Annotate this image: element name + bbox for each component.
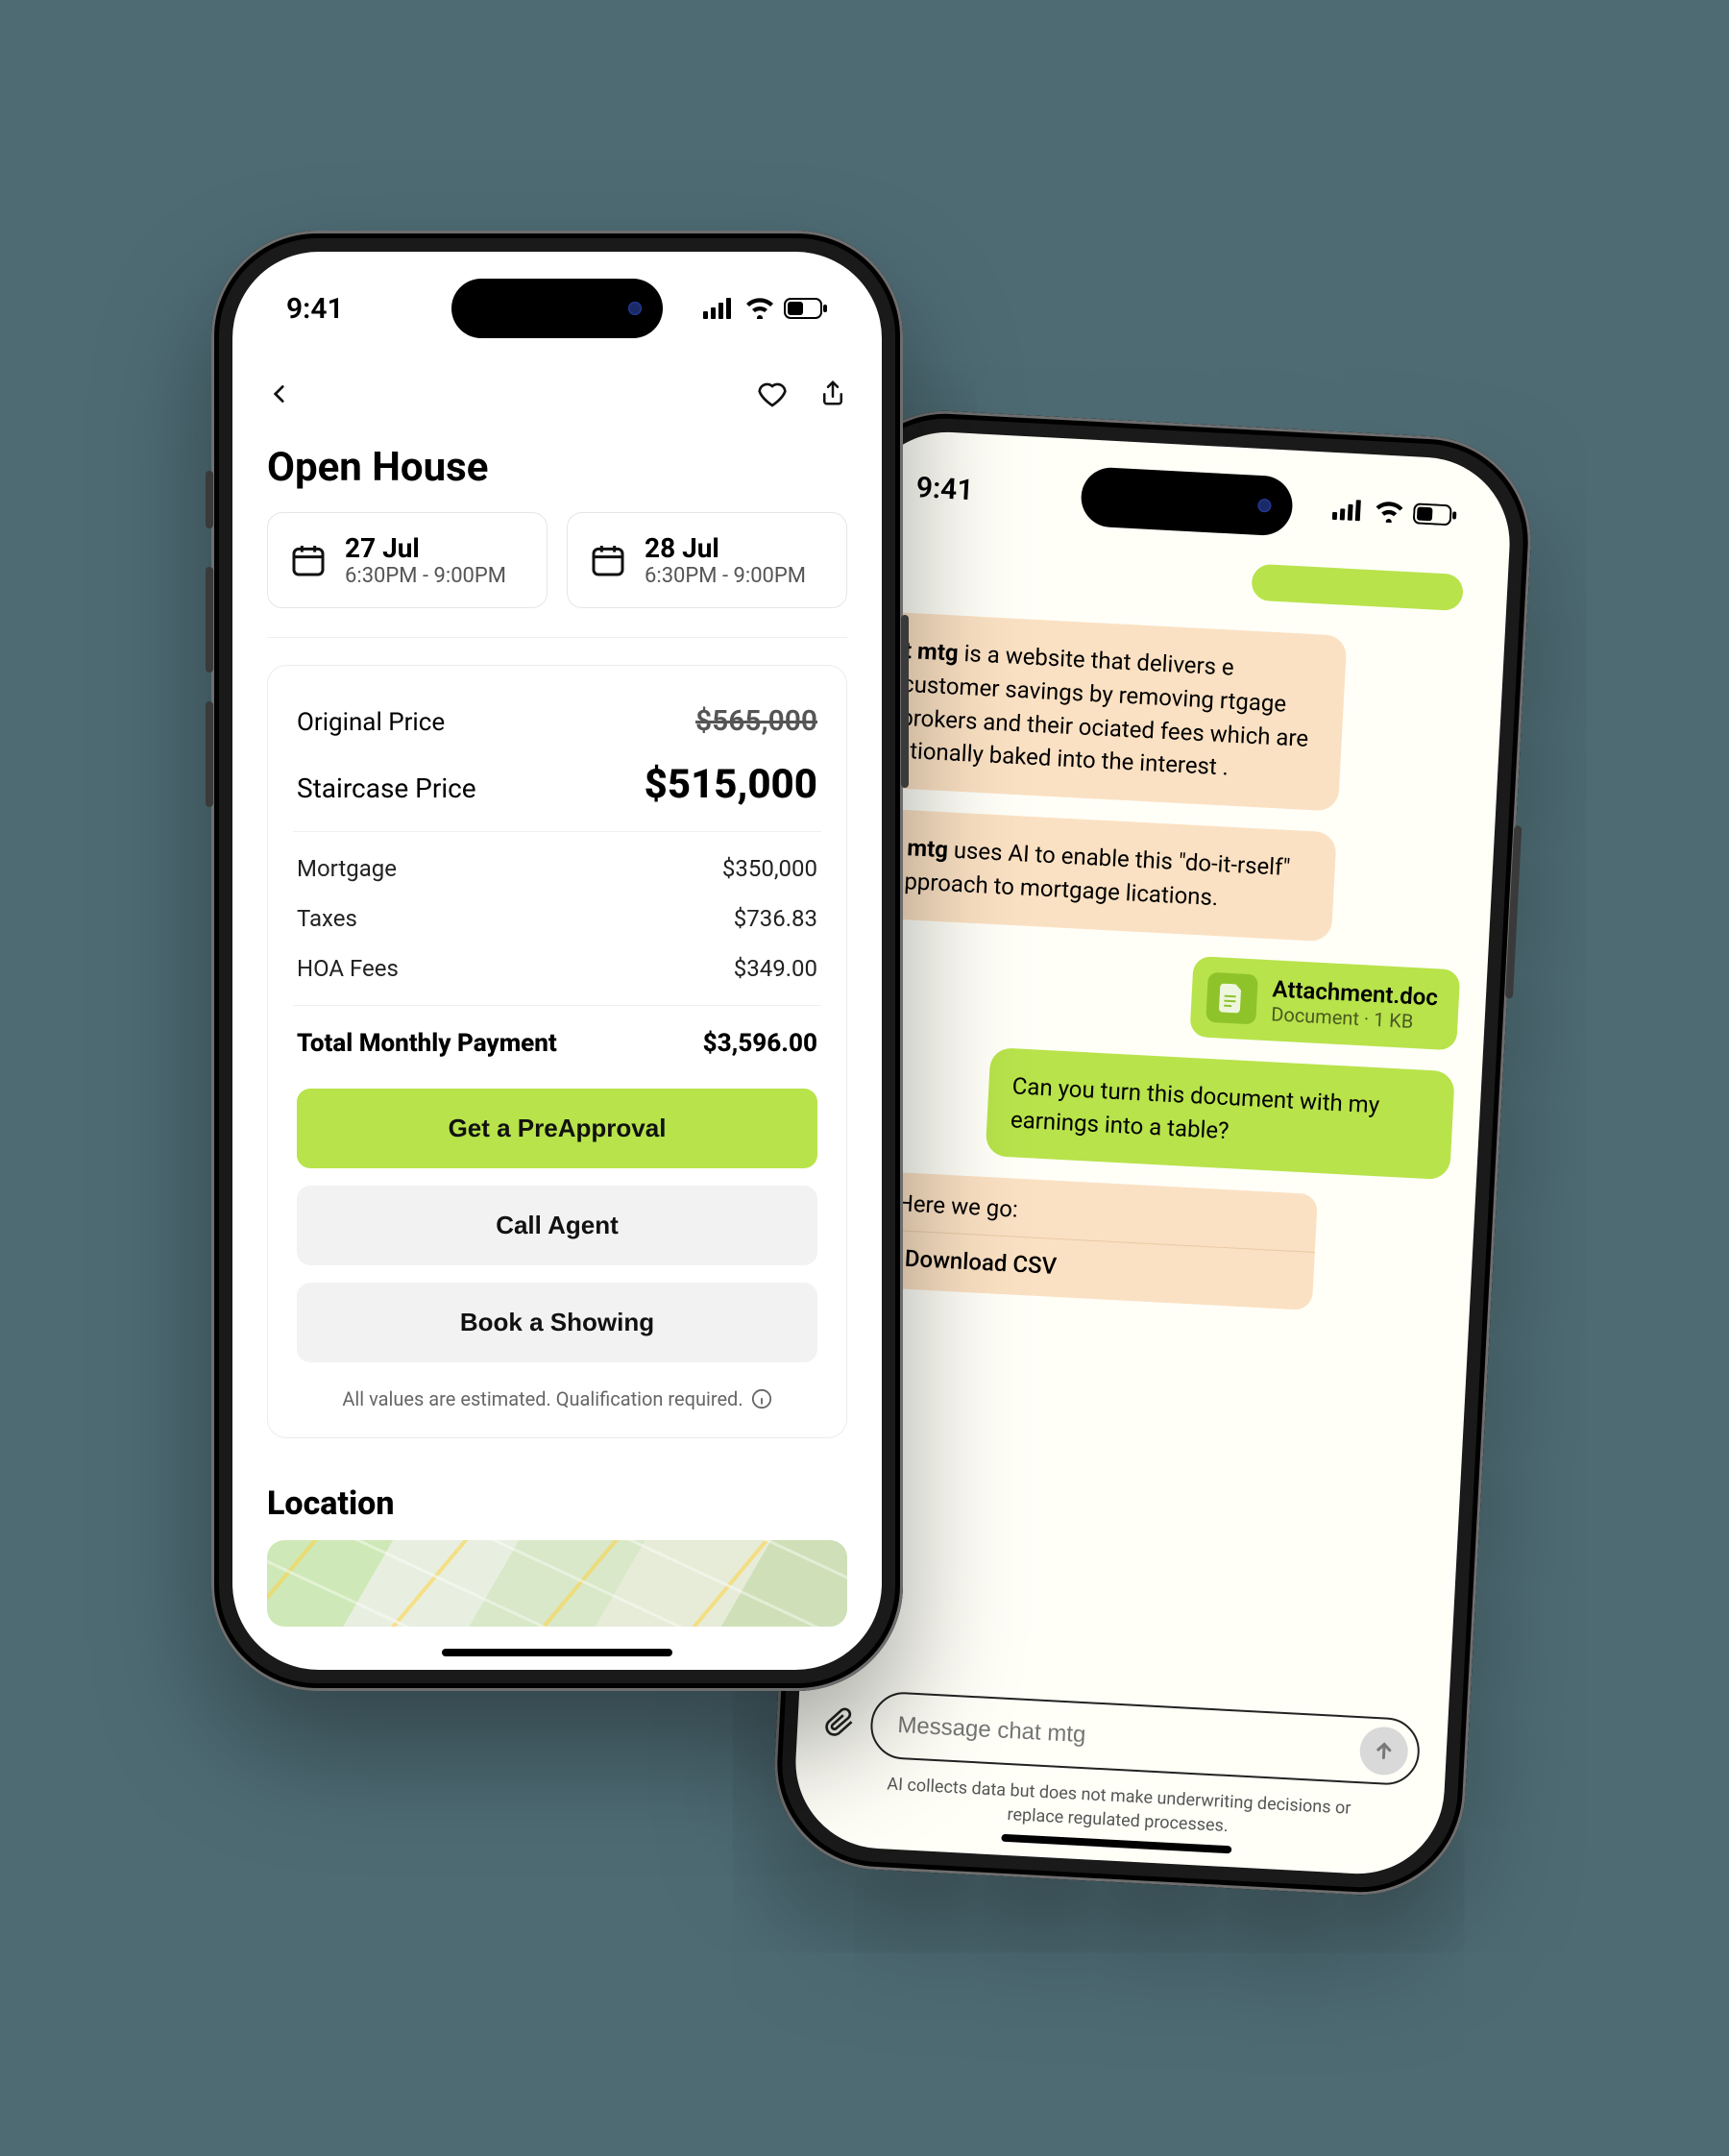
- calendar-icon: [289, 541, 328, 579]
- bot-message: t mtg is a website that delivers e custo…: [874, 612, 1348, 812]
- attach-icon[interactable]: [824, 1706, 857, 1739]
- cellular-icon: [703, 298, 736, 319]
- heart-icon: [757, 379, 788, 409]
- openhouse-time: 6:30PM - 9:00PM: [345, 564, 506, 588]
- taxes-label: Taxes: [297, 905, 357, 932]
- share-icon: [818, 379, 847, 407]
- phone-listing: 9:41 Open: [211, 231, 903, 1691]
- bot-message: t mtg uses AI to enable this "do-it-rsel…: [866, 808, 1336, 942]
- back-button[interactable]: [267, 381, 292, 410]
- battery-icon: [1413, 502, 1458, 526]
- disclaimer-text: All values are estimated. Qualification …: [342, 1387, 743, 1410]
- hoa-value: $349.00: [734, 955, 817, 982]
- total-value: $3,596.00: [703, 1029, 817, 1058]
- openhouse-card[interactable]: 27 Jul 6:30PM - 9:00PM: [267, 512, 548, 608]
- hoa-label: HOA Fees: [297, 955, 399, 982]
- dynamic-island: [451, 279, 663, 338]
- send-button[interactable]: [1358, 1726, 1409, 1776]
- staircase-price-label: Staircase Price: [297, 772, 476, 804]
- mortgage-label: Mortgage: [297, 855, 397, 882]
- cellular-icon: [1332, 499, 1366, 522]
- calendar-icon: [589, 541, 627, 579]
- message-field[interactable]: [897, 1712, 1361, 1763]
- openhouse-card[interactable]: 28 Jul 6:30PM - 9:00PM: [567, 512, 847, 608]
- battery-icon: [784, 298, 828, 319]
- arrow-up-icon: [1372, 1738, 1396, 1762]
- openhouse-date: 27 Jul: [345, 532, 506, 564]
- call-agent-button[interactable]: Call Agent: [297, 1186, 817, 1265]
- mortgage-value: $350,000: [722, 855, 817, 882]
- original-price-label: Original Price: [297, 708, 445, 737]
- wifi-icon: [1375, 501, 1404, 524]
- user-message: Can you turn this document with my earni…: [986, 1047, 1455, 1181]
- price-breakdown-card: Original Price $565,000 Staircase Price …: [267, 665, 847, 1438]
- total-label: Total Monthly Payment: [297, 1029, 557, 1058]
- chat-thread[interactable]: t mtg is a website that delivers e custo…: [827, 535, 1482, 1711]
- info-icon[interactable]: [751, 1388, 772, 1409]
- taxes-value: $736.83: [734, 905, 817, 932]
- book-showing-button[interactable]: Book a Showing: [297, 1283, 817, 1362]
- preapproval-button[interactable]: Get a PreApproval: [297, 1089, 817, 1168]
- home-indicator[interactable]: [442, 1649, 672, 1656]
- status-time: 9:41: [915, 471, 974, 507]
- original-price-value: $565,000: [695, 704, 817, 738]
- favorite-button[interactable]: [757, 379, 788, 413]
- staircase-price-value: $515,000: [645, 761, 817, 808]
- document-icon: [1205, 972, 1258, 1025]
- share-button[interactable]: [818, 379, 847, 413]
- dynamic-island: [1080, 466, 1294, 536]
- status-time: 9:41: [286, 292, 344, 326]
- map-preview[interactable]: [267, 1540, 847, 1627]
- openhouse-date: 28 Jul: [645, 532, 806, 564]
- wifi-icon: [745, 298, 774, 319]
- attachment-chip[interactable]: Attachment.doc Document · 1 KB: [1189, 956, 1460, 1050]
- openhouse-time: 6:30PM - 9:00PM: [645, 564, 806, 588]
- chevron-left-icon: [267, 381, 292, 406]
- location-title: Location: [267, 1484, 847, 1523]
- bot-reply-download: e! Here we go: Download CSV: [847, 1170, 1317, 1311]
- page-title: Open House: [267, 444, 847, 491]
